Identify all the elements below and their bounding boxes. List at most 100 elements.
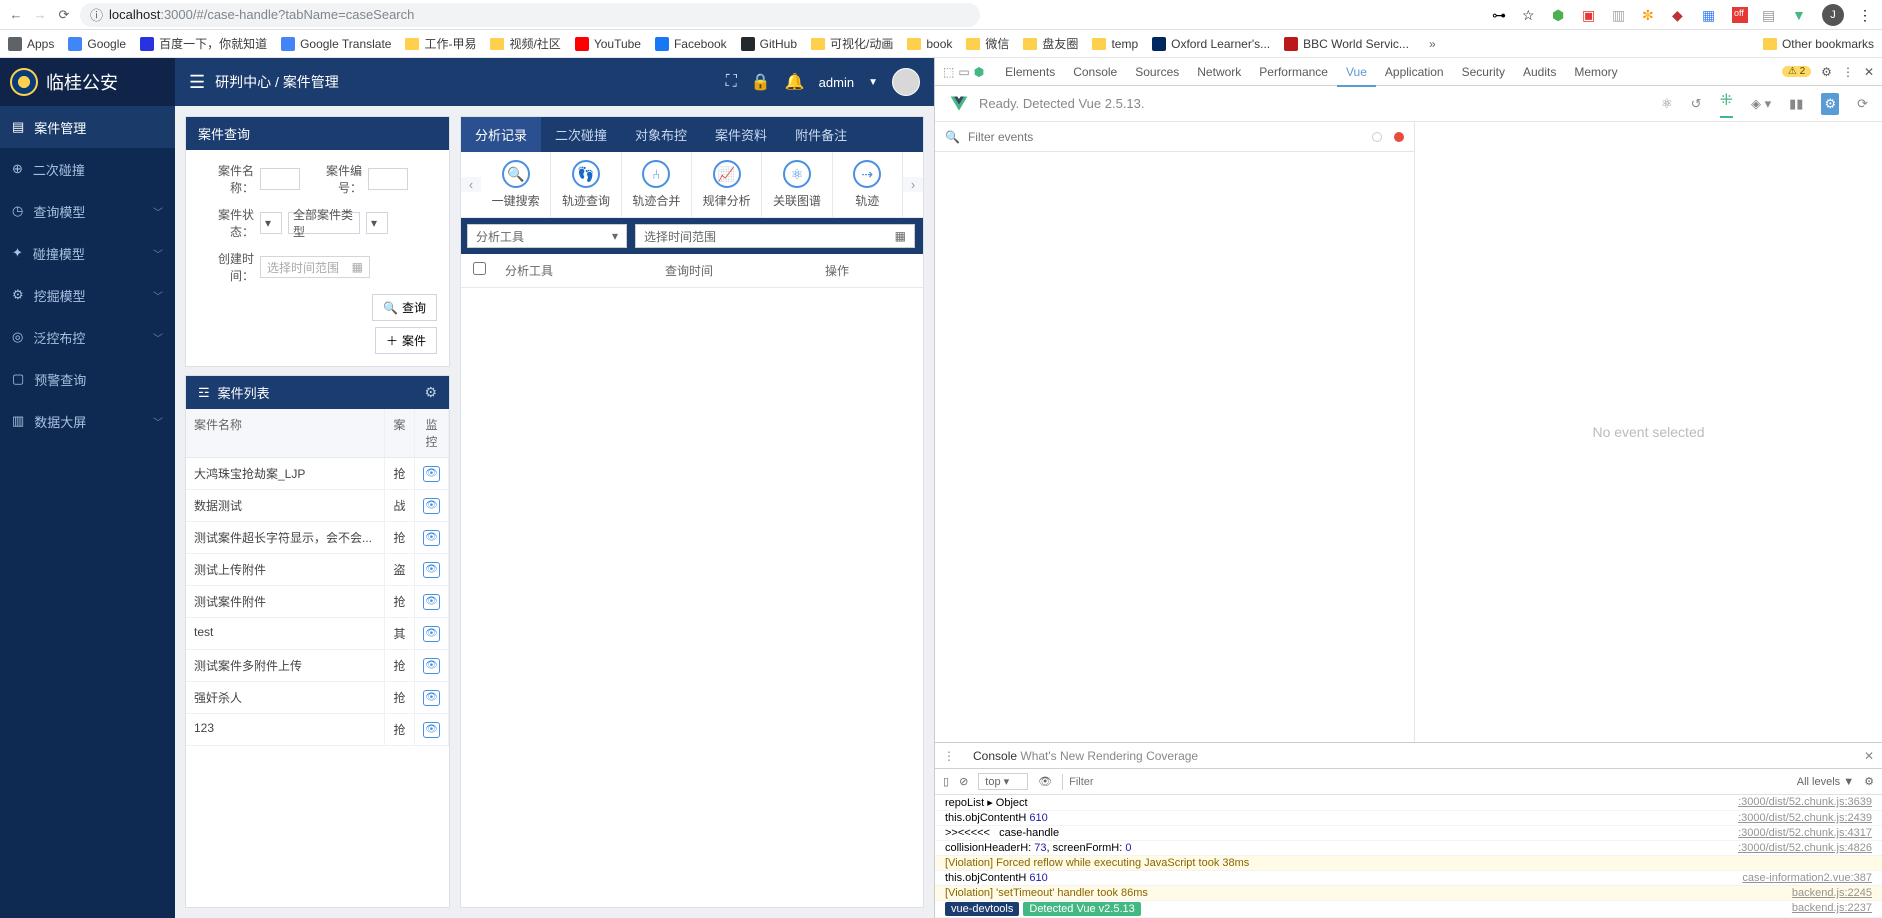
filter-events-input[interactable]: [968, 130, 1364, 144]
bookmarks-overflow[interactable]: »: [1429, 37, 1436, 51]
drawer-tab[interactable]: What's New: [1020, 749, 1084, 763]
fullscreen-icon[interactable]: ⛶: [726, 73, 737, 91]
bookmark-item[interactable]: 盘友圈: [1023, 35, 1078, 52]
bell-icon[interactable]: 🔔: [785, 72, 805, 92]
settings-icon[interactable]: ⚙: [1821, 93, 1839, 115]
chevron-down-icon[interactable]: ▼: [868, 77, 878, 88]
devtools-tab[interactable]: Application: [1376, 59, 1453, 85]
drawer-tab[interactable]: Rendering: [1087, 749, 1142, 763]
table-row[interactable]: 测试案件超长字符显示，会不会...抢👁: [186, 522, 449, 554]
devtools-tab[interactable]: Audits: [1514, 59, 1565, 85]
events-icon[interactable]: ⁜: [1720, 90, 1733, 118]
sidebar-item[interactable]: ▢预警查询: [0, 358, 175, 400]
eye-icon[interactable]: 👁: [423, 690, 440, 706]
lock-icon[interactable]: 🔒: [751, 72, 771, 92]
device-icon[interactable]: ▭: [958, 65, 969, 79]
devtools-tab[interactable]: Memory: [1565, 59, 1626, 85]
table-row[interactable]: 大鸿珠宝抢劫案_LJP抢👁: [186, 458, 449, 490]
tool-button[interactable]: 🔍一键搜索: [481, 152, 551, 217]
inspect-icon[interactable]: ⬚: [943, 65, 954, 79]
sidebar-item[interactable]: ◎泛控布控﹀: [0, 316, 175, 358]
ext-icon[interactable]: ◆: [1672, 7, 1688, 23]
sidebar-item[interactable]: ▥数据大屏﹀: [0, 400, 175, 442]
scroll-right-icon[interactable]: ›: [903, 177, 923, 192]
tool-button[interactable]: 📈规律分析: [692, 152, 762, 217]
routing-icon[interactable]: ◈ ▾: [1751, 96, 1771, 112]
clear-icon[interactable]: [1372, 132, 1382, 142]
star-icon[interactable]: ☆: [1522, 7, 1538, 23]
type-select2[interactable]: ▾: [366, 212, 388, 234]
tool-button[interactable]: ⚛关联图谱: [762, 152, 832, 217]
table-row[interactable]: 测试上传附件盗👁: [186, 554, 449, 586]
key-icon[interactable]: ⊶: [1492, 7, 1508, 23]
ext-icon[interactable]: ▤: [1762, 7, 1778, 23]
forward-icon[interactable]: →: [32, 7, 48, 23]
record-icon[interactable]: [1394, 132, 1404, 142]
bookmark-item[interactable]: BBC World Servic...: [1284, 37, 1409, 51]
bookmark-item[interactable]: Oxford Learner's...: [1152, 37, 1270, 51]
other-bookmarks[interactable]: Other bookmarks: [1763, 37, 1874, 51]
date-range-input[interactable]: 选择时间范围▦: [260, 256, 370, 278]
close-drawer-icon[interactable]: ✕: [1864, 749, 1874, 763]
tab[interactable]: 分析记录: [461, 117, 541, 152]
ext-icon[interactable]: off: [1732, 7, 1748, 23]
perf-icon[interactable]: ▮▮: [1789, 96, 1803, 112]
devtools-tab[interactable]: Vue: [1337, 59, 1376, 87]
close-icon[interactable]: ✕: [1864, 65, 1874, 79]
tab[interactable]: 附件备注: [781, 117, 861, 152]
bookmark-item[interactable]: Apps: [8, 37, 54, 51]
eye-icon[interactable]: 👁: [423, 530, 440, 546]
sidebar-item[interactable]: ✦碰撞模型﹀: [0, 232, 175, 274]
bookmark-item[interactable]: Facebook: [655, 37, 727, 51]
bookmark-item[interactable]: Google: [68, 37, 126, 51]
vue-ext-icon[interactable]: ▼: [1792, 7, 1808, 23]
ext-icon[interactable]: ▥: [1612, 7, 1628, 23]
ext-icon[interactable]: ▣: [1582, 7, 1598, 23]
eye-icon[interactable]: 👁: [423, 466, 440, 482]
bookmark-item[interactable]: book: [907, 37, 952, 51]
tab[interactable]: 二次碰撞: [541, 117, 621, 152]
shield-icon[interactable]: ⬢: [1552, 7, 1568, 23]
scroll-left-icon[interactable]: ‹: [461, 177, 481, 192]
log-levels-select[interactable]: All levels ▼: [1797, 776, 1854, 788]
ext-icon[interactable]: ✼: [1642, 7, 1658, 23]
bookmark-item[interactable]: YouTube: [575, 37, 641, 51]
bookmark-item[interactable]: 可视化/动画: [811, 35, 893, 52]
live-expr-icon[interactable]: 👁: [1038, 775, 1052, 788]
eye-icon[interactable]: 👁: [423, 658, 440, 674]
bookmark-item[interactable]: 百度一下，你就知道: [140, 35, 267, 52]
bookmark-item[interactable]: Google Translate: [281, 37, 391, 51]
sidebar-toggle-icon[interactable]: ▯: [943, 775, 949, 788]
drawer-tab[interactable]: Coverage: [1146, 749, 1198, 763]
table-row[interactable]: 强奸杀人抢👁: [186, 682, 449, 714]
table-row[interactable]: 123抢👁: [186, 714, 449, 746]
avatar[interactable]: [892, 68, 920, 96]
sidebar-item[interactable]: ⚙挖掘模型﹀: [0, 274, 175, 316]
profile-icon[interactable]: J: [1822, 4, 1844, 26]
status-select[interactable]: ▾: [260, 212, 282, 234]
reload-icon[interactable]: ⟳: [56, 7, 72, 23]
tool-button[interactable]: 👣轨迹查询: [551, 152, 621, 217]
bookmark-item[interactable]: GitHub: [741, 37, 797, 51]
context-select[interactable]: top ▾: [978, 773, 1028, 790]
components-icon[interactable]: ⚛: [1661, 96, 1673, 112]
sidebar-item[interactable]: ⊕二次碰撞: [0, 148, 175, 190]
time-filter-select[interactable]: 选择时间范围▦: [635, 224, 915, 248]
eye-icon[interactable]: 👁: [423, 562, 440, 578]
eye-icon[interactable]: 👁: [423, 722, 440, 738]
case-name-input[interactable]: [260, 168, 300, 190]
table-row[interactable]: 测试案件多附件上传抢👁: [186, 650, 449, 682]
devtools-tab[interactable]: Performance: [1250, 59, 1337, 85]
table-row[interactable]: test其👁: [186, 618, 449, 650]
user-name[interactable]: admin: [819, 75, 854, 90]
gear-icon[interactable]: ⚙: [424, 384, 437, 401]
bookmark-item[interactable]: 视频/社区: [490, 35, 560, 52]
devtools-tab[interactable]: Elements: [996, 59, 1064, 85]
clear-console-icon[interactable]: ⊘: [959, 775, 968, 788]
back-icon[interactable]: ←: [8, 7, 24, 23]
eye-icon[interactable]: 👁: [423, 498, 440, 514]
more-icon[interactable]: ⋮: [1842, 65, 1854, 79]
bookmark-item[interactable]: 微信: [966, 35, 1009, 52]
sidebar-item[interactable]: ▤案件管理: [0, 106, 175, 148]
drawer-tab[interactable]: Console: [973, 749, 1017, 763]
